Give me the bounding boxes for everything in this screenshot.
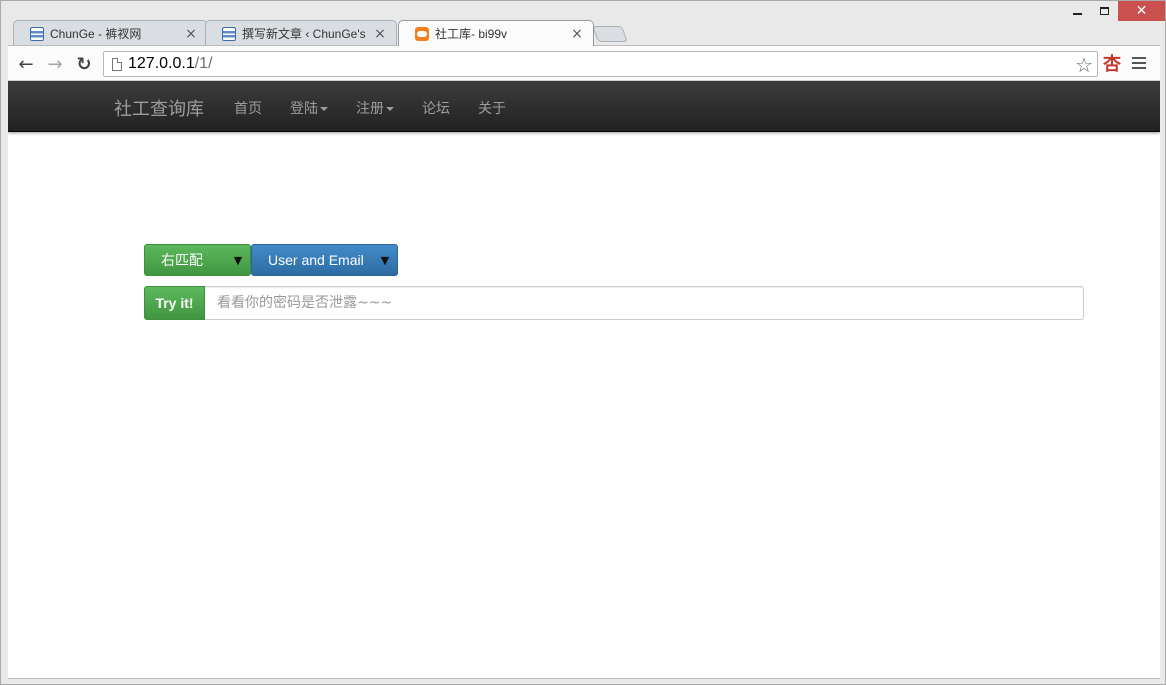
nav-register-label: 注册 xyxy=(356,101,384,117)
nav-login[interactable]: 登陆 xyxy=(290,98,328,118)
tab-new-post[interactable]: 撰写新文章 ‹ ChunGe's B × xyxy=(205,20,397,46)
reload-icon: ↻ xyxy=(76,53,92,75)
search-scope-label: User and Email xyxy=(268,252,364,268)
bookmark-star-icon[interactable]: ☆ xyxy=(1075,53,1093,77)
browser-toolbar: ← → ↻ 127.0.0.1/1/ ☆ 杏 xyxy=(8,45,1160,81)
back-arrow-icon: ← xyxy=(18,53,34,75)
nav-forum-label: 论坛 xyxy=(422,101,450,117)
dropdown-caret-icon: ▼ xyxy=(380,253,390,267)
url-host: 127.0.0.1 xyxy=(128,55,195,72)
cloud-favicon-icon xyxy=(415,26,429,41)
url-path: /1/ xyxy=(194,55,213,72)
window-close-button[interactable]: ✕ xyxy=(1118,1,1165,21)
minimize-button[interactable] xyxy=(1064,1,1091,21)
tab-title: 社工库- bi99v xyxy=(435,27,508,41)
tab-sgk[interactable]: 社工库- bi99v × xyxy=(398,20,594,46)
search-input-group: Try it! xyxy=(144,286,1084,320)
search-scope-dropdown[interactable]: User and Email ▼ xyxy=(251,244,398,276)
nav-login-label: 登陆 xyxy=(290,101,318,117)
nav-home[interactable]: 首页 xyxy=(234,98,262,118)
forward-arrow-icon: → xyxy=(47,53,63,75)
tab-close-icon[interactable]: × xyxy=(571,26,583,42)
doc-favicon-icon xyxy=(222,26,236,41)
site-navbar: 社工查询库 首页 登陆 注册 论坛 关于 xyxy=(8,81,1160,132)
tab-close-icon[interactable]: × xyxy=(374,26,386,42)
caret-down-icon xyxy=(320,107,328,111)
dropdown-caret-icon: ▼ xyxy=(233,253,243,267)
nav-forum[interactable]: 论坛 xyxy=(422,98,450,118)
back-button[interactable]: ← xyxy=(14,53,38,75)
maximize-icon xyxy=(1100,7,1109,15)
tab-close-icon[interactable]: × xyxy=(185,26,197,42)
maximize-button[interactable] xyxy=(1091,1,1118,21)
nav-home-label: 首页 xyxy=(234,101,262,117)
browser-window: ✕ ChunGe - 裤衩网 × 撰写新文章 ‹ ChunGe's B × 社工… xyxy=(0,0,1166,685)
doc-favicon-icon xyxy=(30,26,44,41)
nav-about[interactable]: 关于 xyxy=(478,98,506,118)
page-viewport: 社工查询库 首页 登陆 注册 论坛 关于 右匹配 ▼ User and Emai… xyxy=(8,81,1160,679)
minimize-icon xyxy=(1073,13,1082,15)
search-input[interactable] xyxy=(205,286,1084,320)
caret-down-icon xyxy=(386,107,394,111)
new-tab-button[interactable] xyxy=(592,26,628,42)
match-mode-dropdown[interactable]: 右匹配 ▼ xyxy=(144,244,251,276)
nav-about-label: 关于 xyxy=(478,101,506,117)
hamburger-menu-icon[interactable] xyxy=(1132,56,1146,70)
url-text[interactable]: 127.0.0.1/1/ xyxy=(128,55,213,73)
tab-title: 撰写新文章 ‹ ChunGe's B xyxy=(242,27,368,41)
site-brand[interactable]: 社工查询库 xyxy=(114,95,204,121)
forward-button[interactable]: → xyxy=(43,53,67,75)
tab-title: ChunGe - 裤衩网 xyxy=(50,27,142,41)
try-it-button[interactable]: Try it! xyxy=(144,286,205,320)
window-controls: ✕ xyxy=(1064,1,1165,23)
tab-strip: ChunGe - 裤衩网 × 撰写新文章 ‹ ChunGe's B × 社工库-… xyxy=(9,20,709,46)
extension-icon[interactable]: 杏 xyxy=(1102,52,1122,75)
nav-register[interactable]: 注册 xyxy=(356,98,394,118)
tab-chunge[interactable]: ChunGe - 裤衩网 × xyxy=(13,20,208,46)
address-bar[interactable]: 127.0.0.1/1/ ☆ xyxy=(103,51,1098,77)
close-icon: ✕ xyxy=(1135,3,1148,19)
match-mode-label: 右匹配 xyxy=(161,252,203,268)
reload-button[interactable]: ↻ xyxy=(72,53,96,75)
page-icon xyxy=(112,57,122,71)
